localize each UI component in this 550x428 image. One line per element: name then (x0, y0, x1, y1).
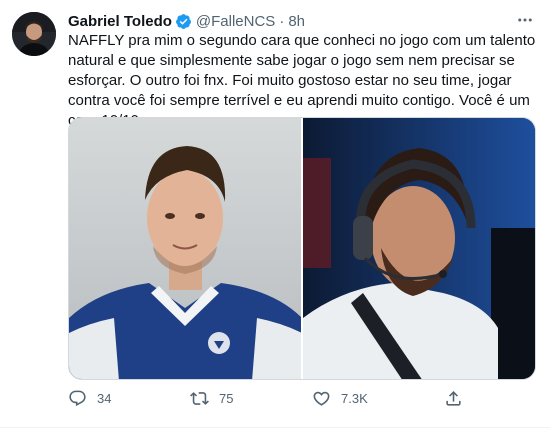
more-options-icon[interactable] (514, 9, 536, 31)
reply-button[interactable]: 34 (68, 389, 111, 408)
reply-count: 34 (97, 391, 112, 406)
author-name[interactable]: Gabriel Toledo (68, 13, 172, 30)
like-count: 7.3K (341, 391, 368, 406)
retweet-button[interactable]: 75 (190, 389, 233, 408)
reply-icon (69, 390, 86, 407)
verified-badge-icon (175, 13, 192, 30)
avatar-image (12, 12, 56, 56)
like-icon (313, 391, 330, 406)
tweet-text: NAFFLY pra mim o segundo cara que conhec… (68, 32, 536, 129)
timestamp[interactable]: 8h (288, 13, 305, 30)
share-icon (446, 391, 461, 406)
photo-left[interactable] (69, 118, 301, 379)
avatar[interactable] (12, 12, 56, 56)
retweet-icon (190, 392, 209, 405)
retweet-count: 75 (219, 391, 234, 406)
tweet-actions: 34 75 7.3K (68, 389, 488, 413)
tweet-card[interactable]: Gabriel Toledo @FalleNCS · 8h NAFFLY pra… (0, 0, 550, 428)
tweet-header: Gabriel Toledo @FalleNCS · 8h (68, 11, 305, 31)
media-grid (68, 117, 536, 380)
author-handle[interactable]: @FalleNCS (196, 13, 275, 30)
share-button[interactable] (444, 389, 463, 408)
like-button[interactable]: 7.3K (312, 389, 368, 408)
photo-right[interactable] (303, 118, 535, 379)
separator-dot: · (279, 12, 285, 30)
